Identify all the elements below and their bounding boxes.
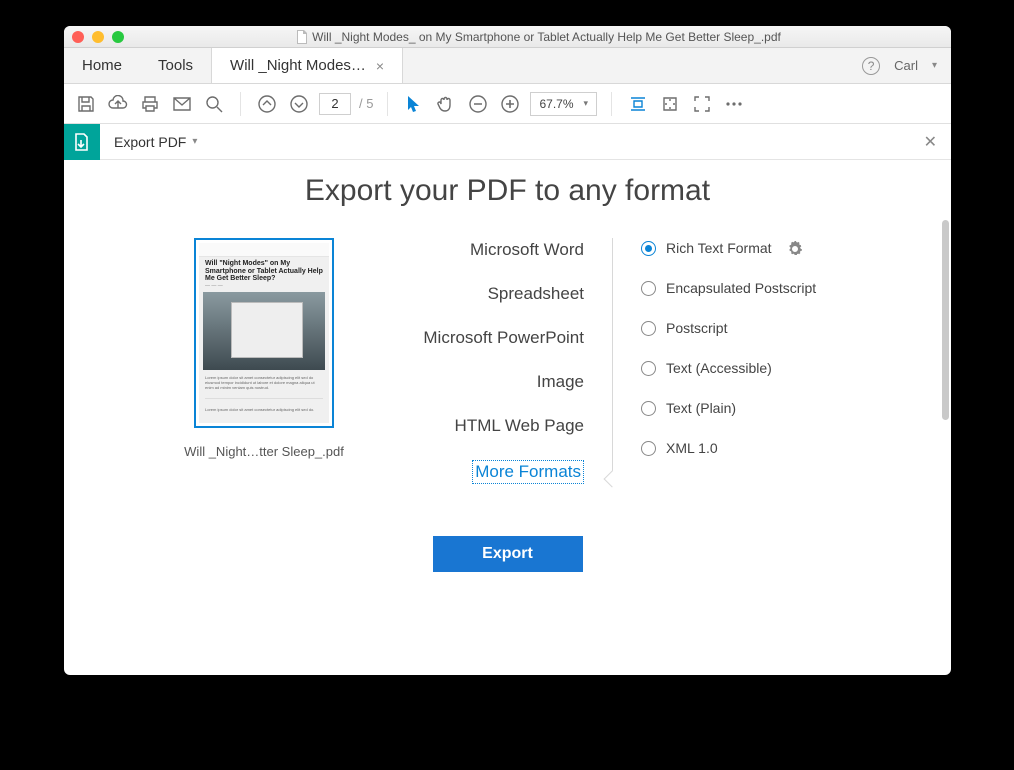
tab-document[interactable]: Will _Night Modes… × (211, 48, 403, 83)
radio-icon (641, 401, 656, 416)
export-pdf-bar: Export PDF ▾ ✕ (64, 124, 951, 160)
thumbnail-filename: Will _Night…tter Sleep_.pdf (184, 444, 344, 459)
format-label: Encapsulated Postscript (666, 280, 816, 296)
format-options-list: Rich Text Format Encapsulated Postscript… (641, 238, 871, 484)
format-option-ps[interactable]: Postscript (641, 320, 871, 336)
zoom-out-icon[interactable] (466, 92, 490, 116)
format-label: Rich Text Format (666, 240, 772, 256)
export-pdf-icon (64, 124, 100, 160)
save-icon[interactable] (74, 92, 98, 116)
document-icon (296, 30, 308, 44)
export-button[interactable]: Export (433, 536, 583, 572)
thumbnail-article-title: Will "Night Modes" on My Smartphone or T… (199, 257, 329, 283)
tab-bar: Home Tools Will _Night Modes… × ? Carl ▾ (64, 48, 951, 84)
export-pdf-label: Export PDF (114, 134, 186, 150)
format-label: Text (Plain) (666, 400, 736, 416)
window-title: Will _Night Modes_ on My Smartphone or T… (312, 30, 781, 44)
format-label: Postscript (666, 320, 727, 336)
export-pdf-dropdown[interactable]: Export PDF ▾ (100, 134, 211, 150)
zoom-value: 67.7% (539, 97, 573, 111)
format-option-text-plain[interactable]: Text (Plain) (641, 400, 871, 416)
radio-selected-icon (641, 241, 656, 256)
category-image[interactable]: Image (384, 372, 584, 392)
close-panel-button[interactable]: ✕ (910, 132, 951, 152)
radio-icon (641, 281, 656, 296)
window-controls (72, 31, 124, 43)
format-category-list: Microsoft Word Spreadsheet Microsoft Pow… (384, 238, 584, 484)
chevron-down-icon: ▾ (584, 98, 589, 109)
format-label: XML 1.0 (666, 440, 718, 456)
chevron-down-icon: ▾ (192, 136, 197, 147)
help-icon[interactable]: ? (862, 57, 880, 75)
minimize-window-button[interactable] (92, 31, 104, 43)
format-option-rtf[interactable]: Rich Text Format (641, 240, 871, 256)
format-option-xml[interactable]: XML 1.0 (641, 440, 871, 456)
format-option-text-accessible[interactable]: Text (Accessible) (641, 360, 871, 376)
radio-icon (641, 441, 656, 456)
page-total-label: / 5 (359, 96, 373, 111)
category-spreadsheet[interactable]: Spreadsheet (384, 284, 584, 304)
category-html[interactable]: HTML Web Page (384, 416, 584, 436)
category-word[interactable]: Microsoft Word (384, 240, 584, 260)
document-thumbnail[interactable]: Will "Night Modes" on My Smartphone or T… (194, 238, 334, 428)
scrollbar-thumb[interactable] (942, 220, 949, 420)
gear-icon[interactable] (788, 241, 802, 255)
format-label: Text (Accessible) (666, 360, 772, 376)
email-icon[interactable] (170, 92, 194, 116)
close-window-button[interactable] (72, 31, 84, 43)
tab-close-icon[interactable]: × (376, 58, 384, 74)
main-toolbar: / 5 67.7% ▾ (64, 84, 951, 124)
tab-document-label: Will _Night Modes… (230, 57, 366, 74)
titlebar: Will _Night Modes_ on My Smartphone or T… (64, 26, 951, 48)
zoom-select[interactable]: 67.7% ▾ (530, 92, 597, 116)
hand-tool-icon[interactable] (434, 92, 458, 116)
user-menu-chevron-icon[interactable]: ▾ (932, 60, 937, 71)
category-more-formats[interactable]: More Formats (472, 460, 584, 484)
export-panel: Export your PDF to any format Will "Nigh… (64, 160, 951, 675)
fullscreen-icon[interactable] (690, 92, 714, 116)
zoom-in-icon[interactable] (498, 92, 522, 116)
tab-tools[interactable]: Tools (140, 48, 211, 83)
cloud-upload-icon[interactable] (106, 92, 130, 116)
format-option-eps[interactable]: Encapsulated Postscript (641, 280, 871, 296)
radio-icon (641, 361, 656, 376)
print-icon[interactable] (138, 92, 162, 116)
page-number-input[interactable] (319, 93, 351, 115)
select-tool-icon[interactable] (402, 92, 426, 116)
user-label[interactable]: Carl (894, 58, 918, 73)
page-down-icon[interactable] (287, 92, 311, 116)
search-icon[interactable] (202, 92, 226, 116)
zoom-window-button[interactable] (112, 31, 124, 43)
panel-headline: Export your PDF to any format (64, 174, 951, 208)
fit-page-icon[interactable] (658, 92, 682, 116)
more-icon[interactable] (722, 92, 746, 116)
category-divider (612, 238, 613, 484)
fit-width-icon[interactable] (626, 92, 650, 116)
category-powerpoint[interactable]: Microsoft PowerPoint (384, 328, 584, 348)
app-window: Will _Night Modes_ on My Smartphone or T… (64, 26, 951, 675)
radio-icon (641, 321, 656, 336)
tab-home[interactable]: Home (64, 48, 140, 83)
page-up-icon[interactable] (255, 92, 279, 116)
